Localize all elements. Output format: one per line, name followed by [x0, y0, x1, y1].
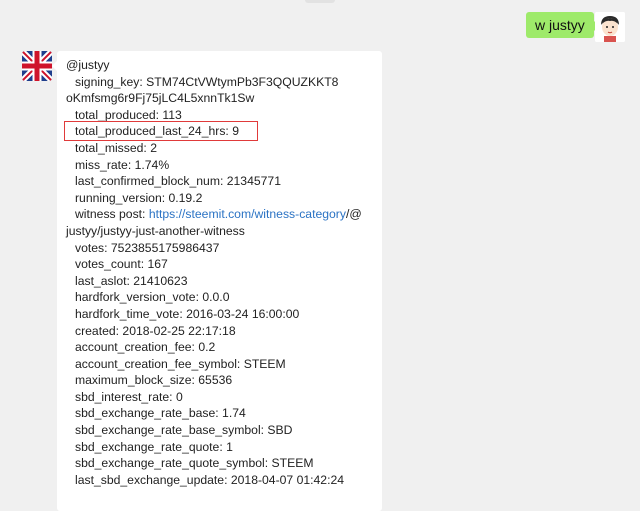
- witness-post-label: witness post:: [75, 207, 149, 222]
- highlight-box: [64, 121, 258, 141]
- message-line: hardfork_version_vote: 0.0.0: [75, 290, 230, 305]
- message-line: miss_rate: 1.74%: [75, 157, 170, 172]
- message-line: sbd_exchange_rate_base_symbol: SBD: [75, 423, 293, 438]
- message-line: created: 2018-02-25 22:17:18: [75, 323, 236, 338]
- outgoing-message-text: w justyy: [535, 17, 585, 33]
- message-line: justyy/justyy-just-another-witness: [66, 223, 245, 238]
- union-jack-flag-icon[interactable]: [22, 51, 52, 81]
- witness-post-link[interactable]: https://steemit.com/witness-category: [149, 207, 346, 221]
- message-line: last_aslot: 21410623: [75, 273, 188, 288]
- message-line: @justyy: [66, 58, 110, 72]
- message-line: sbd_exchange_rate_quote_symbol: STEEM: [75, 456, 314, 471]
- message-line: running_version: 0.19.2: [75, 190, 203, 205]
- message-line: account_creation_fee_symbol: STEEM: [75, 356, 286, 371]
- top-scroll-tab: [305, 0, 335, 3]
- message-line: oKmfsmg6r9Fj75jLC4L5xnnTk1Sw: [66, 91, 255, 106]
- message-line: account_creation_fee: 0.2: [75, 340, 216, 355]
- message-line: signing_key: STM74CtVWtymPb3F3QQUZKKT8: [75, 74, 339, 89]
- message-line: votes_count: 167: [75, 257, 168, 272]
- message-line: sbd_exchange_rate_base: 1.74: [75, 406, 246, 421]
- incoming-message-bubble[interactable]: @justyy signing_key: STM74CtVWtymPb3F3QQ…: [52, 51, 382, 511]
- message-line: total_missed: 2: [75, 140, 157, 155]
- witness-post-suffix: /@: [345, 207, 362, 222]
- message-line: sbd_exchange_rate_quote: 1: [75, 439, 233, 454]
- message-line: sbd_interest_rate: 0: [75, 389, 183, 404]
- message-line: votes: 7523855175986437: [75, 240, 220, 255]
- message-line: maximum_block_size: 65536: [75, 373, 233, 388]
- message-line: hardfork_time_vote: 2016-03-24 16:00:00: [75, 306, 300, 321]
- outgoing-message-bubble[interactable]: w justyy: [526, 12, 599, 38]
- message-line: last_confirmed_block_num: 21345771: [75, 174, 281, 189]
- witness-post-line: witness post: https://steemit.com/witnes…: [66, 206, 378, 223]
- user-avatar-icon[interactable]: [595, 12, 625, 42]
- message-line: last_sbd_exchange_update: 2018-04-07 01:…: [75, 472, 345, 487]
